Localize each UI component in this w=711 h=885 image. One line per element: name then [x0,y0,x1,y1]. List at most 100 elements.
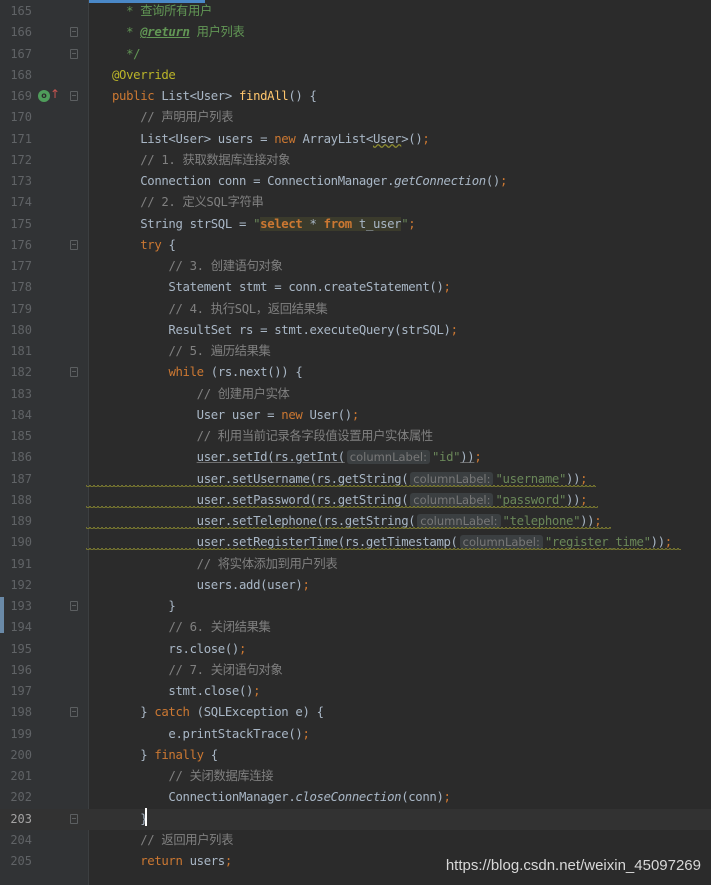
line-number[interactable]: 195 [0,639,32,660]
fold-marker-icon[interactable] [70,813,78,824]
code-line[interactable]: 183 // 创建用户实体 [0,384,711,405]
line-number[interactable]: 170 [0,107,32,128]
code-token: // 创建用户实体 [196,386,290,401]
code-line[interactable]: 181 // 5. 遍历结果集 [0,341,711,362]
fold-marker-icon[interactable] [70,91,78,101]
line-number[interactable]: 194 [0,617,32,638]
line-number[interactable]: 180 [0,320,32,341]
code-line[interactable]: 171 List<User> users = new ArrayList<Use… [0,129,711,150]
line-number[interactable]: 197 [0,681,32,702]
code-line[interactable]: 180 ResultSet rs = stmt.executeQuery(str… [0,320,711,341]
code-line[interactable]: 198 } catch (SQLException e) { [0,702,711,723]
override-marker-icon[interactable]: o [38,90,50,102]
line-number[interactable]: 179 [0,299,32,320]
code-line[interactable]: 175 String strSQL = "select * from t_use… [0,214,711,235]
line-number[interactable]: 173 [0,171,32,192]
fold-marker-icon[interactable] [70,367,78,378]
line-number[interactable]: 177 [0,256,32,277]
line-number[interactable]: 205 [0,851,32,872]
line-number[interactable]: 190 [0,532,32,553]
code-line[interactable]: 179 // 4. 执行SQL，返回结果集 [0,299,711,320]
code-text: String strSQL = "select * from t_user"; [112,214,416,235]
code-line[interactable]: 196 // 7. 关闭语句对象 [0,660,711,681]
code-line[interactable]: 176 try { [0,235,711,256]
line-number[interactable]: 176 [0,235,32,256]
code-token: // 1. 获取数据库连接对象 [140,152,291,167]
code-token: * [302,216,324,231]
code-line[interactable]: 192 users.add(user); [0,575,711,596]
line-number[interactable]: 169 [0,86,32,107]
line-number[interactable]: 175 [0,214,32,235]
code-line[interactable]: 177 // 3. 创建语句对象 [0,256,711,277]
line-number[interactable]: 201 [0,766,32,787]
code-line[interactable]: 172 // 1. 获取数据库连接对象 [0,150,711,171]
line-number[interactable]: 166 [0,22,32,43]
code-line[interactable]: 203 } [0,808,711,830]
code-line[interactable]: 194 // 6. 关闭结果集 [0,617,711,638]
code-line[interactable]: 165 * 查询所有用户 [0,1,711,22]
code-line[interactable]: 182 while (rs.next()) { [0,362,711,383]
line-number[interactable]: 203 [0,809,32,830]
code-line[interactable]: 185 // 利用当前记录各字段值设置用户实体属性 [0,426,711,447]
line-number[interactable]: 200 [0,745,32,766]
code-token: )) [580,514,595,528]
fold-marker-icon[interactable] [70,27,78,38]
code-token: (rs.next()) { [210,365,303,380]
code-line[interactable]: 202 ConnectionManager.closeConnection(co… [0,787,711,808]
line-number[interactable]: 174 [0,192,32,213]
code-line[interactable]: 170 // 声明用户列表 [0,107,711,128]
code-line[interactable]: 168 @Override [0,65,711,86]
fold-marker-icon[interactable] [70,707,78,718]
line-number[interactable]: 185 [0,426,32,447]
line-number[interactable]: 188 [0,490,32,511]
line-number[interactable]: 182 [0,362,32,383]
line-number[interactable]: 178 [0,277,32,298]
text-caret [145,808,147,826]
up-arrow-icon[interactable]: ↑ [50,87,60,101]
code-line[interactable]: 166 * @return 用户列表 [0,22,711,43]
line-number[interactable]: 189 [0,511,32,532]
code-line[interactable]: 200 } finally { [0,745,711,766]
code-token: Statement stmt = conn.createStatement() [112,280,444,295]
code-line[interactable]: 186 user.setId(rs.getInt(columnLabel: "id… [0,447,711,468]
line-number[interactable]: 199 [0,724,32,745]
code-text: // 将实体添加到用户列表 [112,554,338,575]
line-number[interactable]: 168 [0,65,32,86]
code-line[interactable]: 201 // 关闭数据库连接 [0,766,711,787]
line-number[interactable]: 191 [0,554,32,575]
line-number[interactable]: 183 [0,384,32,405]
code-line[interactable]: 174 // 2. 定义SQL字符串 [0,192,711,213]
code-line[interactable]: 199 e.printStackTrace(); [0,724,711,745]
line-number[interactable]: 181 [0,341,32,362]
code-line[interactable]: 191 // 将实体添加到用户列表 [0,554,711,575]
code-line[interactable]: 204 // 返回用户列表 [0,830,711,851]
code-line[interactable]: 195 rs.close(); [0,639,711,660]
code-line[interactable]: 167 */ [0,44,711,65]
code-line[interactable]: 178 Statement stmt = conn.createStatemen… [0,277,711,298]
code-line[interactable]: 173 Connection conn = ConnectionManager.… [0,171,711,192]
fold-marker-icon[interactable] [70,239,78,250]
code-line[interactable]: 184 User user = new User(); [0,405,711,426]
line-number[interactable]: 171 [0,129,32,150]
code-token: User() [309,407,353,422]
fold-marker-icon[interactable] [70,601,78,611]
code-token: (SQLException e) { [196,705,324,720]
code-line[interactable]: 193 } [0,596,711,617]
line-number[interactable]: 186 [0,447,32,468]
line-number[interactable]: 198 [0,702,32,723]
line-number[interactable]: 196 [0,660,32,681]
line-number[interactable]: 184 [0,405,32,426]
code-editor[interactable]: 165 * 查询所有用户 166 * @return 用户列表 167 */168 @… [0,0,711,885]
line-number[interactable]: 167 [0,44,32,65]
line-number[interactable]: 187 [0,469,32,490]
line-number[interactable]: 172 [0,150,32,171]
code-line[interactable]: 197 stmt.close(); [0,681,711,702]
line-number[interactable]: 202 [0,787,32,808]
line-number[interactable]: 165 [0,1,32,22]
line-number[interactable]: 192 [0,575,32,596]
line-number[interactable]: 193 [0,596,32,617]
line-number[interactable]: 204 [0,830,32,851]
code-line[interactable]: 169 public List<User> findAll() { [0,86,711,107]
fold-marker-icon[interactable] [70,48,78,59]
